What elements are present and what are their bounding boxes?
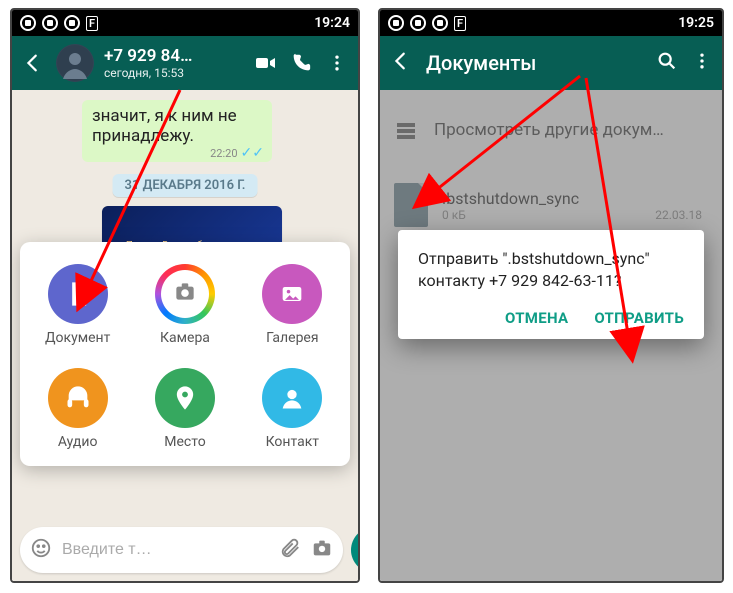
chat-toolbar: +7 929 84… сегодня, 15:53	[12, 36, 358, 90]
compose-box[interactable]	[20, 527, 343, 573]
voice-call-icon[interactable]	[288, 50, 314, 76]
status-icon: F	[454, 16, 466, 31]
attach-sheet: Документ Камера Галерея Аудио	[20, 242, 350, 466]
search-icon[interactable]	[656, 50, 678, 76]
camera-icon[interactable]	[311, 537, 333, 563]
attach-label: Документ	[45, 330, 110, 346]
attach-camera[interactable]: Камера	[133, 258, 236, 356]
status-icon: F	[86, 16, 98, 31]
status-time: 19:24	[314, 15, 350, 31]
status-time: 19:25	[678, 15, 714, 31]
phone-chat-screen: F 19:24 +7 929 84… сегодня, 15:53	[10, 8, 360, 583]
attach-label: Галерея	[266, 330, 318, 346]
attach-location[interactable]: Место	[133, 362, 236, 460]
phone-documents-screen: F 19:25 Документы Просмотреть другие док…	[378, 8, 724, 583]
message-time: 22:20	[210, 147, 237, 160]
read-ticks-icon: ✓✓	[241, 146, 264, 160]
compose-bar	[20, 527, 350, 573]
attach-document[interactable]: Документ	[26, 258, 129, 356]
menu-icon[interactable]	[324, 50, 350, 76]
status-icon	[432, 15, 448, 31]
send-button[interactable]: ОТПРАВИТЬ	[594, 309, 684, 327]
attach-contact[interactable]: Контакт	[241, 362, 344, 460]
dialog-message: Отправить ".bstshutdown_sync" контакту +…	[418, 248, 684, 291]
avatar[interactable]	[56, 44, 94, 82]
attach-label: Место	[164, 434, 205, 450]
send-confirm-dialog: Отправить ".bstshutdown_sync" контакту +…	[398, 230, 704, 339]
attach-label: Камера	[160, 330, 210, 346]
video-call-icon[interactable]	[252, 50, 278, 76]
status-bar: F 19:24	[12, 10, 358, 36]
documents-title: Документы	[426, 51, 642, 75]
back-icon[interactable]	[390, 50, 412, 76]
attach-gallery[interactable]: Галерея	[241, 258, 344, 356]
documents-body: Просмотреть другие докум… .bstshutdown_s…	[380, 90, 722, 581]
status-icon	[42, 15, 58, 31]
chat-title[interactable]: +7 929 84… сегодня, 15:53	[104, 46, 242, 80]
back-icon[interactable]	[20, 50, 46, 76]
date-separator: 31 ДЕКАБРЯ 2016 Г.	[113, 174, 258, 197]
message-input[interactable]	[62, 541, 269, 559]
contact-last-seen: сегодня, 15:53	[104, 66, 242, 80]
attach-audio[interactable]: Аудио	[26, 362, 129, 460]
status-icon	[64, 15, 80, 31]
status-bar: F 19:25	[380, 10, 722, 36]
status-icon	[388, 15, 404, 31]
contact-name: +7 929 84…	[104, 46, 242, 66]
documents-toolbar: Документы	[380, 36, 722, 90]
attach-icon[interactable]	[279, 537, 301, 563]
status-icon	[410, 15, 426, 31]
cancel-button[interactable]: ОТМЕНА	[505, 309, 568, 327]
menu-icon[interactable]	[692, 51, 712, 75]
chat-body: значит, я к ним не принадлежу. 22:20 ✓✓ …	[12, 90, 358, 581]
attach-label: Контакт	[266, 434, 319, 450]
mic-button[interactable]	[351, 527, 360, 573]
message-bubble-outgoing[interactable]: значит, я к ним не принадлежу. 22:20 ✓✓	[82, 100, 272, 162]
message-text: значит, я к ним не принадлежу.	[92, 106, 237, 146]
status-icon	[20, 15, 36, 31]
emoji-icon[interactable]	[30, 537, 52, 563]
attach-label: Аудио	[58, 434, 98, 450]
